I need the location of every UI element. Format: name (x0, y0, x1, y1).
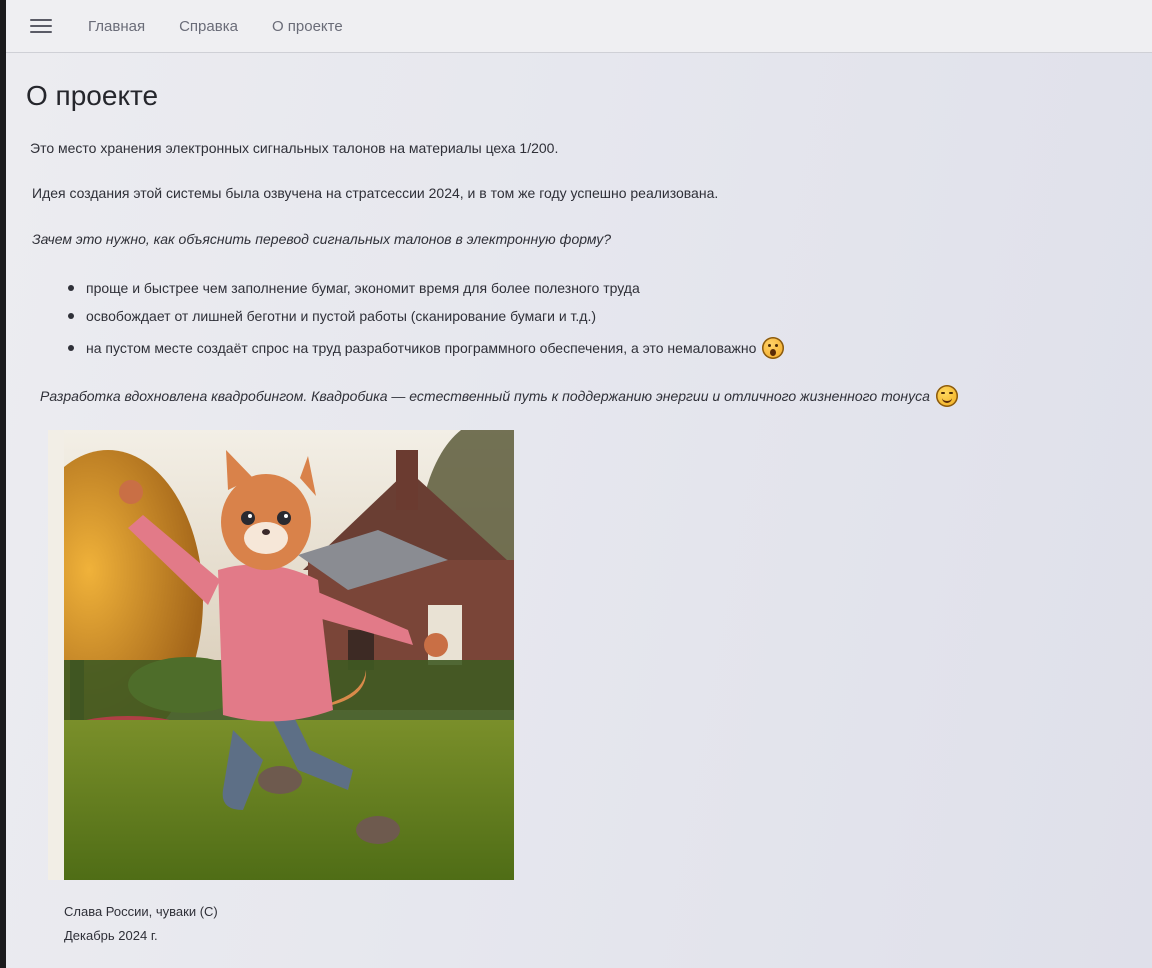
caption-date: Декабрь 2024 г. (64, 928, 158, 943)
benefits-list: проще и быстрее чем заполнение бумаг, эк… (68, 274, 785, 362)
jumping-cat-photo (48, 430, 514, 880)
caption-slogan: Слава России, чуваки (С) (64, 904, 218, 919)
nav-link-home[interactable]: Главная (88, 18, 145, 35)
nav-link-about[interactable]: О проекте (272, 18, 343, 35)
list-item: освобождает от лишней беготни и пустой р… (68, 302, 784, 330)
question-paragraph: Зачем это нужно, как объяснить перевод с… (32, 231, 612, 247)
winking-face-icon (935, 385, 958, 407)
page-title: О проекте (26, 80, 159, 111)
inspiration-paragraph: Разработка вдохновлена квадробингом. Ква… (40, 385, 958, 407)
top-navbar: Главная Справка О проекте (6, 0, 1152, 53)
list-item-text: проще и быстрее чем заполнение бумаг, эк… (86, 280, 640, 296)
list-item: на пустом месте создаёт спрос на труд ра… (68, 334, 785, 362)
list-item: проще и быстрее чем заполнение бумаг, эк… (68, 274, 784, 302)
list-item-text: на пустом месте создаёт спрос на труд ра… (86, 340, 757, 356)
main-content: О проекте Это место хранения электронных… (26, 52, 1152, 968)
intro-paragraph: Это место хранения электронных сигнальны… (30, 140, 559, 156)
hamburger-menu-icon[interactable] (30, 17, 52, 35)
history-paragraph: Идея создания этой системы была озвучена… (32, 185, 719, 201)
list-item-text: освобождает от лишней беготни и пустой р… (86, 308, 597, 324)
astonished-face-icon (762, 337, 785, 359)
inspiration-text: Разработка вдохновлена квадробингом. Ква… (40, 388, 930, 404)
nav-link-help[interactable]: Справка (179, 18, 238, 35)
browser-viewport: Главная Справка О проекте О проекте Это … (6, 0, 1152, 968)
